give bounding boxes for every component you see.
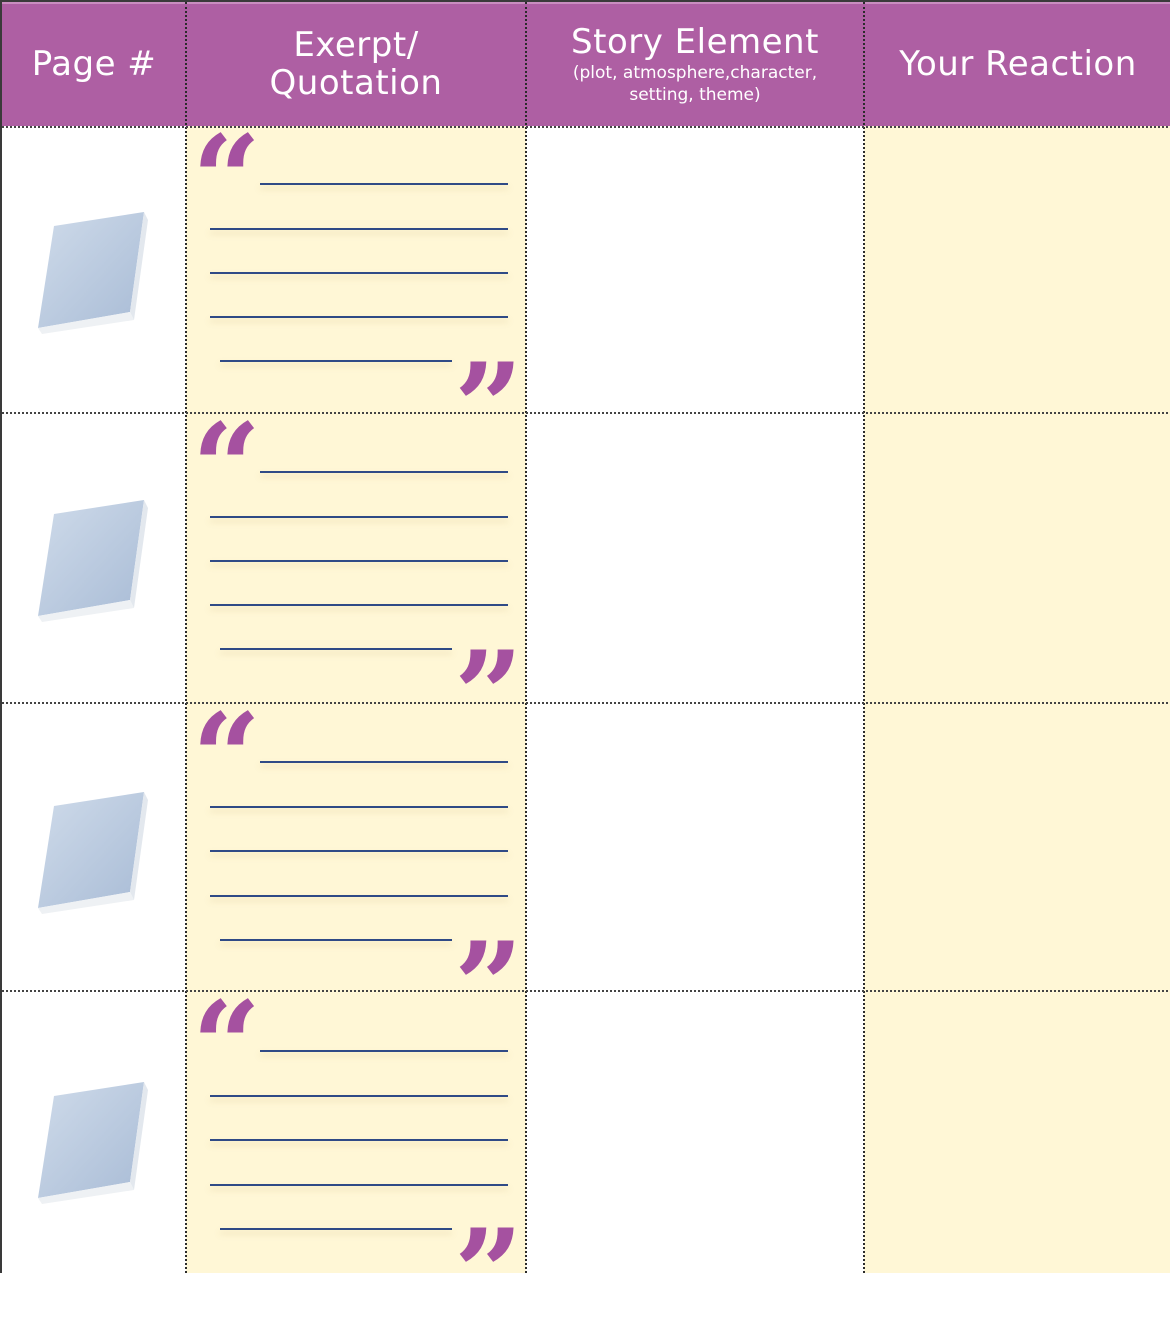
quote-line[interactable] [260, 183, 508, 185]
quote-line[interactable] [210, 272, 508, 274]
quote-line[interactable] [220, 939, 452, 941]
header-excerpt-label-1: Exerpt/ [293, 25, 419, 65]
story-element-column-bg [526, 126, 864, 1273]
quote-line[interactable] [260, 1050, 508, 1052]
open-quote-mark: “ [192, 975, 262, 1116]
quote-line[interactable] [210, 228, 508, 230]
header-reaction-label: Your Reaction [899, 44, 1137, 84]
quote-line[interactable] [210, 516, 508, 518]
quote-line[interactable] [220, 648, 452, 650]
header-page-label: Page # [31, 44, 157, 84]
close-quote-mark: ” [454, 1203, 524, 1344]
quote-line[interactable] [220, 360, 452, 362]
close-quote-mark: ” [454, 916, 524, 1057]
header-story-element: Story Element (plot, atmosphere,characte… [526, 2, 864, 126]
table-header: Page # Exerpt/ Quotation Story Element (… [2, 2, 1170, 126]
header-story-sub-1: (plot, atmosphere,character, [572, 63, 818, 83]
quote-line[interactable] [260, 761, 508, 763]
quote-line[interactable] [210, 1184, 508, 1186]
quote-line[interactable] [260, 471, 508, 473]
quote-line[interactable] [210, 850, 508, 852]
quote-line[interactable] [210, 1139, 508, 1141]
quote-line[interactable] [210, 604, 508, 606]
header-story-sub-2: setting, theme) [629, 85, 761, 105]
open-quote-mark: “ [192, 397, 262, 538]
header-excerpt: Exerpt/ Quotation [186, 2, 526, 126]
reading-response-sheet: Page # Exerpt/ Quotation Story Element (… [0, 0, 1170, 1334]
reaction-column-bg [864, 126, 1170, 1273]
row-divider [2, 702, 1170, 704]
header-excerpt-label-2: Quotation [269, 63, 443, 103]
close-quote-mark: ” [454, 337, 524, 478]
book-icon [38, 500, 148, 622]
column-divider [185, 2, 187, 1273]
header-reaction: Your Reaction [864, 2, 1170, 126]
header-story-label: Story Element [571, 22, 819, 62]
quote-line[interactable] [220, 1228, 452, 1230]
open-quote-mark: “ [192, 687, 262, 828]
quote-line[interactable] [210, 1095, 508, 1097]
close-quote-mark: ” [454, 625, 524, 766]
row-divider [2, 990, 1170, 992]
row-divider [2, 126, 1170, 128]
open-quote-mark: “ [192, 109, 262, 250]
header-page-number: Page # [2, 2, 186, 126]
quote-line[interactable] [210, 316, 508, 318]
column-divider [525, 2, 527, 1273]
quote-line[interactable] [210, 806, 508, 808]
quote-line[interactable] [210, 560, 508, 562]
column-divider [863, 2, 865, 1273]
quote-line[interactable] [210, 895, 508, 897]
book-icon [38, 792, 148, 914]
book-icon [38, 1082, 148, 1204]
row-divider [2, 412, 1170, 414]
book-icon [38, 212, 148, 334]
